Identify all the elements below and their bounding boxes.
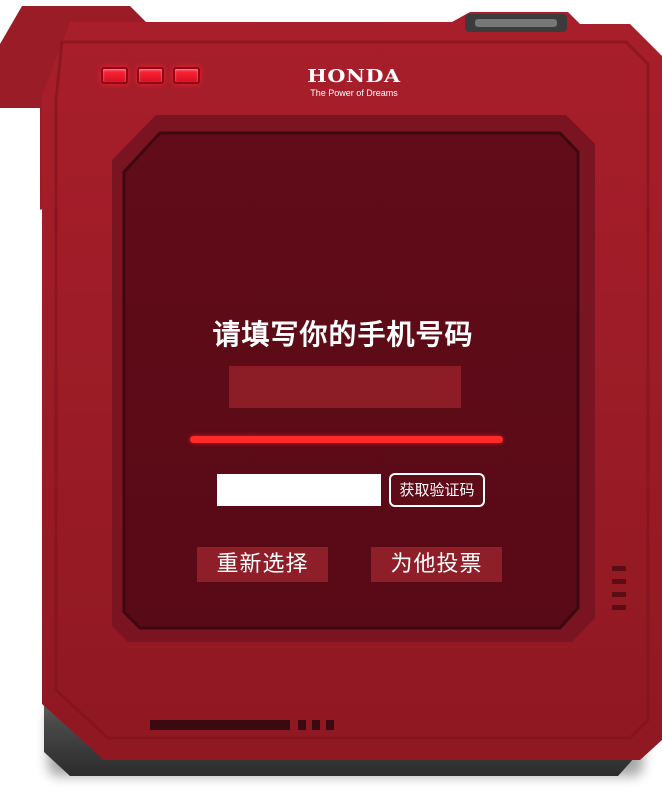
form-title: 请填写你的手机号码 bbox=[212, 318, 474, 351]
accent-divider bbox=[190, 436, 503, 443]
device-frame: HONDA The Power of Dreams 请填写你的手机号码 获取验证… bbox=[0, 0, 662, 793]
phone-number-field[interactable] bbox=[229, 366, 461, 408]
brand-tagline: The Power of Dreams bbox=[310, 88, 398, 98]
reselect-button[interactable]: 重新选择 bbox=[197, 547, 328, 582]
get-code-button[interactable]: 获取验证码 bbox=[389, 473, 485, 507]
honda-logo: HONDA The Power of Dreams bbox=[284, 68, 424, 99]
vote-button[interactable]: 为他投票 bbox=[371, 547, 502, 582]
brand-wordmark: HONDA bbox=[307, 66, 401, 87]
verification-code-input[interactable] bbox=[217, 474, 381, 506]
status-led bbox=[137, 67, 164, 84]
status-led bbox=[101, 67, 128, 84]
status-led bbox=[173, 67, 200, 84]
